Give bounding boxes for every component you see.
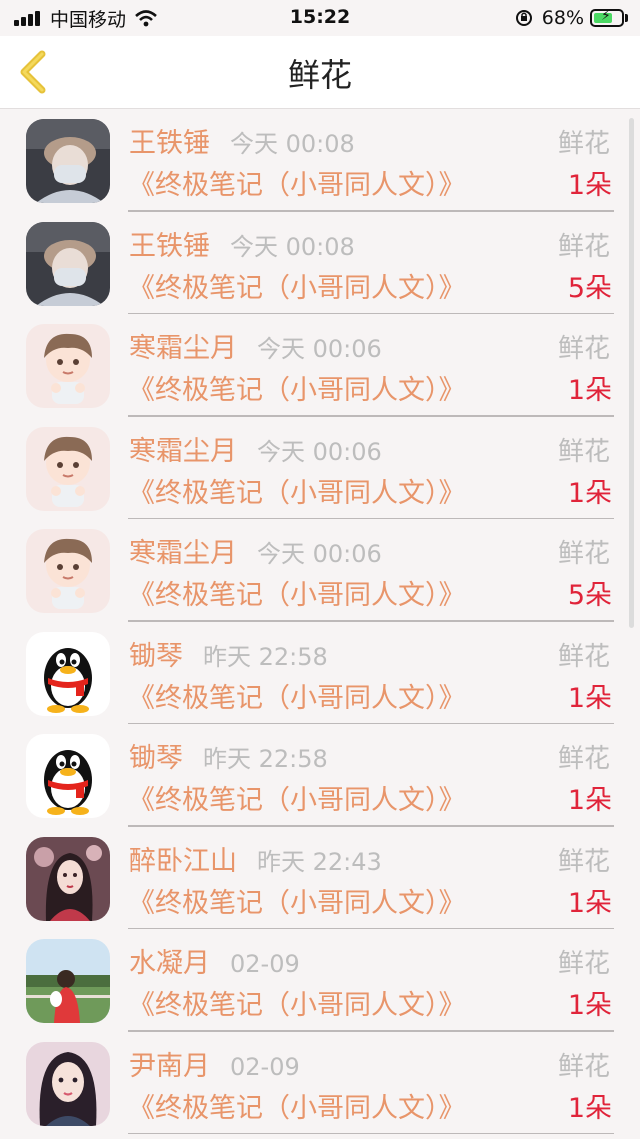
book-title[interactable]: 《终极笔记（小哥同人文）》 [128, 163, 466, 202]
gift-count: 1朵 [567, 785, 612, 816]
book-title[interactable]: 《终极笔记（小哥同人文）》 [128, 573, 466, 612]
list-item[interactable]: 寒霜尘月 今天 00:06 鲜花 《终极笔记（小哥同人文）》 1朵 [0, 417, 640, 519]
avatar[interactable] [26, 734, 110, 818]
book-title[interactable]: 《终极笔记（小哥同人文）》 [128, 1086, 466, 1125]
list-item[interactable]: 锄琴 昨天 22:58 鲜花 《终极笔记（小哥同人文）》 1朵 [0, 622, 640, 724]
list-item[interactable]: 醉卧江山 昨天 22:43 鲜花 《终极笔记（小哥同人文）》 1朵 [0, 827, 640, 929]
send-time: 02-09 [230, 1052, 300, 1081]
send-time: 今天 00:06 [257, 335, 382, 363]
gift-type-label: 鲜花 [557, 231, 610, 262]
send-time: 今天 00:08 [230, 130, 355, 158]
gift-type-label: 鲜花 [557, 539, 610, 569]
gift-type-label: 鲜花 [557, 1051, 610, 1082]
sender-name[interactable]: 王铁锤 今天 00:08 [129, 121, 355, 160]
gift-count: 5朵 [567, 272, 612, 304]
gift-type-label: 鲜花 [557, 846, 610, 877]
sender-name[interactable]: 寒霜尘月 今天 00:06 [129, 326, 382, 365]
sender-name[interactable]: 寒霜尘月 今天 00:06 [129, 531, 382, 570]
book-title[interactable]: 《终极笔记（小哥同人文）》 [128, 471, 466, 510]
avatar[interactable] [26, 529, 110, 613]
sender-name[interactable]: 锄琴 昨天 22:58 [129, 736, 328, 775]
gift-count: 5朵 [567, 580, 612, 611]
scrollbar[interactable] [629, 118, 634, 628]
list-item[interactable]: 锄琴 昨天 22:58 鲜花 《终极笔记（小哥同人文）》 1朵 [0, 724, 640, 827]
book-title[interactable]: 《终极笔记（小哥同人文）》 [128, 266, 466, 305]
list-item[interactable]: 寒霜尘月 今天 00:06 鲜花 《终极笔记（小哥同人文）》 1朵 [0, 314, 640, 417]
gift-type-label: 鲜花 [557, 949, 610, 979]
page-title: 鲜花 [287, 56, 352, 94]
gift-count: 1朵 [567, 990, 612, 1021]
send-time: 昨天 22:58 [203, 745, 328, 773]
sender-name[interactable]: 水凝月 02-09 [129, 941, 300, 980]
list-item[interactable]: 尹南月 02-09 鲜花 《终极笔记（小哥同人文）》 1朵 [0, 1032, 640, 1134]
send-time: 今天 00:06 [257, 540, 382, 568]
list-item[interactable]: 寒霜尘月 今天 00:06 鲜花 《终极笔记（小哥同人文）》 5朵 [0, 519, 640, 622]
avatar[interactable] [26, 939, 110, 1023]
battery-percent: 68% [541, 7, 584, 29]
book-title[interactable]: 《终极笔记（小哥同人文）》 [128, 368, 466, 407]
list-item[interactable]: 王铁锤 今天 00:08 鲜花 《终极笔记（小哥同人文）》 1朵 [0, 109, 640, 212]
sender-name[interactable]: 锄琴 昨天 22:58 [129, 634, 328, 673]
gift-type-label: 鲜花 [557, 641, 610, 672]
avatar[interactable] [26, 631, 110, 716]
avatar[interactable] [26, 119, 110, 203]
book-title[interactable]: 《终极笔记（小哥同人文）》 [128, 778, 466, 817]
gift-type-label: 鲜花 [557, 334, 610, 364]
flower-list: 王铁锤 今天 00:08 鲜花 《终极笔记（小哥同人文）》 1朵 王铁锤 今天 00… [0, 109, 640, 1134]
sender-name[interactable]: 王铁锤 今天 00:08 [129, 224, 355, 263]
gift-count: 1朵 [567, 887, 612, 919]
avatar[interactable] [26, 836, 110, 921]
send-time: 今天 00:08 [230, 232, 355, 261]
divider [128, 1132, 614, 1134]
book-title[interactable]: 《终极笔记（小哥同人文）》 [128, 881, 466, 920]
list-item[interactable]: 王铁锤 今天 00:08 鲜花 《终极笔记（小哥同人文）》 5朵 [0, 212, 640, 314]
gift-type-label: 鲜花 [557, 129, 610, 159]
send-time: 今天 00:06 [257, 437, 382, 466]
avatar[interactable] [26, 221, 110, 306]
gift-count: 1朵 [567, 1092, 612, 1124]
battery-icon: ⚡ [590, 8, 624, 27]
nav-bar: 鲜花 [0, 36, 640, 109]
avatar[interactable] [26, 324, 110, 408]
sender-name[interactable]: 尹南月 02-09 [129, 1044, 300, 1083]
list-item[interactable]: 水凝月 02-09 鲜花 《终极笔记（小哥同人文）》 1朵 [0, 929, 640, 1032]
send-time: 昨天 22:43 [257, 847, 382, 876]
book-title[interactable]: 《终极笔记（小哥同人文）》 [128, 983, 466, 1022]
sender-name[interactable]: 寒霜尘月 今天 00:06 [129, 429, 382, 468]
gift-count: 1朵 [567, 477, 612, 509]
gift-type-label: 鲜花 [557, 436, 610, 467]
avatar[interactable] [26, 426, 110, 511]
gift-count: 1朵 [567, 375, 612, 406]
gift-count: 1朵 [567, 170, 612, 201]
status-bar: 中国移动 15:22 68% ⚡ [0, 0, 640, 36]
send-time: 02-09 [230, 950, 300, 978]
orientation-lock-icon [515, 10, 532, 26]
avatar[interactable] [26, 1041, 110, 1126]
gift-count: 1朵 [567, 682, 612, 714]
gift-type-label: 鲜花 [557, 744, 610, 774]
sender-name[interactable]: 醉卧江山 昨天 22:43 [129, 839, 382, 878]
send-time: 昨天 22:58 [203, 642, 328, 671]
book-title[interactable]: 《终极笔记（小哥同人文）》 [128, 676, 466, 715]
